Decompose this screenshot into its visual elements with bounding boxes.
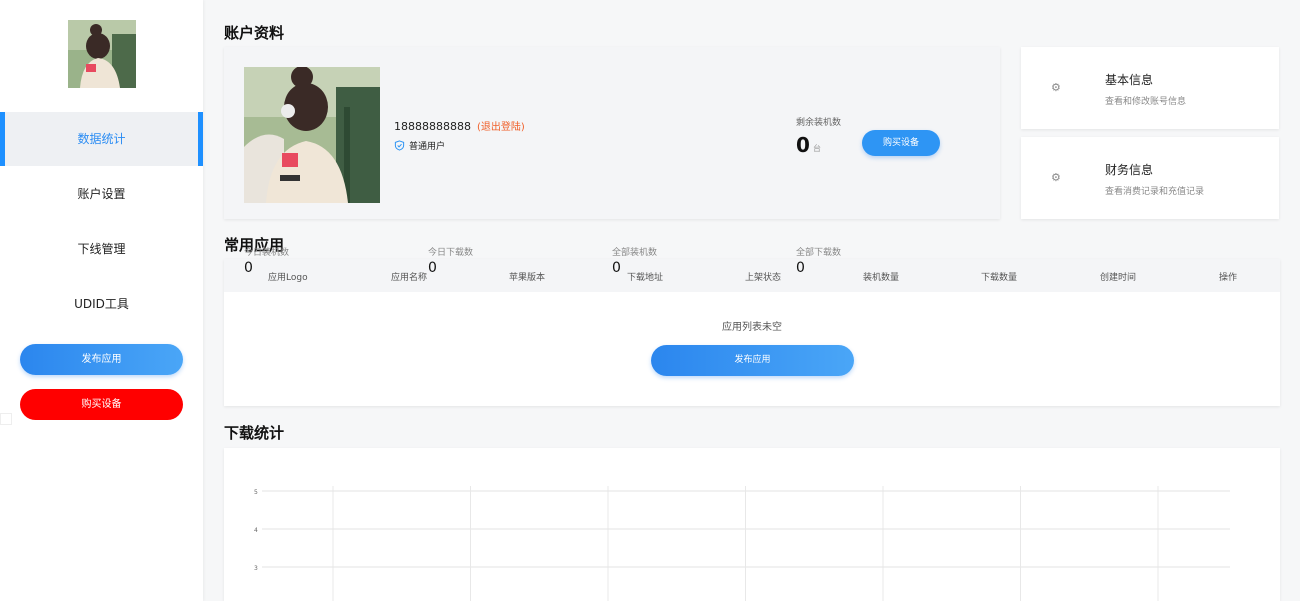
apps-table-card: 应用Logo 应用名称 苹果版本 下载地址 上架状态 装机数量 下载数量 创建时…	[224, 259, 1280, 406]
apps-table-header: 应用Logo 应用名称 苹果版本 下载地址 上架状态 装机数量 下载数量 创建时…	[224, 259, 1280, 292]
total-downloads-label: 全部下载数	[796, 248, 842, 258]
total-downloads-value: 0	[796, 260, 805, 276]
column-header: 创建时间	[1100, 273, 1137, 283]
basic-info-card[interactable]: ⚙ 基本信息 查看和修改账号信息	[1021, 47, 1279, 129]
download-chart-card: 5 4 3	[224, 448, 1280, 601]
today-installs-value: 0	[244, 260, 253, 276]
sidebar: 数据统计 账户设置 下线管理 UDID工具 发布应用 购买设备	[0, 0, 203, 601]
sidebar-buy-device-button[interactable]: 购买设备	[20, 389, 183, 420]
menu-item-label: 数据统计	[77, 132, 126, 146]
logout-link[interactable]: (退出登陆)	[477, 122, 525, 133]
column-header: 装机数量	[863, 273, 900, 283]
collapse-handle[interactable]	[0, 413, 12, 425]
basic-info-title: 基本信息	[1105, 73, 1154, 87]
account-section-title: 账户资料	[224, 24, 285, 42]
download-chart: 5 4 3	[254, 486, 1230, 601]
today-downloads-value: 0	[428, 260, 437, 276]
empty-app-list-text: 应用列表未空	[722, 322, 782, 333]
sidebar-avatar[interactable]	[68, 20, 136, 88]
remaining-installs-label: 剩余装机数	[796, 118, 842, 128]
user-role: 普通用户	[394, 139, 445, 152]
finance-info-title: 财务信息	[1105, 163, 1154, 177]
menu-item-offline-management[interactable]: 下线管理	[0, 222, 203, 276]
downloads-section-title: 下载统计	[224, 424, 285, 442]
y-tick-label: 5	[254, 489, 258, 496]
gear-icon: ⚙	[1051, 81, 1061, 94]
remaining-installs-value: 0	[796, 133, 810, 157]
gear-icon: ⚙	[1051, 171, 1061, 184]
shield-icon	[394, 140, 405, 151]
user-role-label: 普通用户	[409, 142, 446, 152]
avatar-image	[68, 20, 136, 88]
menu-item-label: 下线管理	[77, 242, 126, 256]
y-tick-label: 3	[254, 565, 258, 572]
menu-item-data-stats[interactable]: 数据统计	[0, 112, 203, 166]
sidebar-publish-app-button[interactable]: 发布应用	[20, 344, 183, 375]
column-header: 上架状态	[745, 273, 782, 283]
menu-item-label: UDID工具	[74, 297, 129, 311]
menu-item-udid-tool[interactable]: UDID工具	[0, 277, 203, 331]
buy-device-button[interactable]: 购买设备	[862, 130, 940, 156]
finance-info-subtitle: 查看消费记录和充值记录	[1105, 187, 1205, 197]
profile-card: 18888888888 (退出登陆) 普通用户 剩余装机数 0 台 购买设备	[224, 47, 1000, 219]
finance-info-card[interactable]: ⚙ 财务信息 查看消费记录和充值记录	[1021, 137, 1279, 219]
profile-image	[244, 67, 380, 203]
y-tick-label: 4	[254, 527, 258, 534]
profile-photo	[244, 67, 380, 203]
column-header: 下载数量	[981, 273, 1018, 283]
basic-info-subtitle: 查看和修改账号信息	[1105, 97, 1187, 107]
today-installs-label: 今日装机数	[244, 248, 290, 258]
phone-number: 18888888888	[394, 120, 471, 133]
column-header: 应用Logo	[268, 273, 308, 283]
column-header: 操作	[1219, 273, 1238, 283]
menu-item-label: 账户设置	[77, 187, 126, 201]
remaining-installs-unit: 台	[813, 144, 821, 153]
column-header: 应用名称	[391, 273, 428, 283]
total-installs-label: 全部装机数	[612, 248, 658, 258]
today-downloads-label: 今日下载数	[428, 248, 474, 258]
user-phone: 18888888888 (退出登陆)	[394, 118, 525, 133]
column-header: 下载地址	[627, 273, 664, 283]
menu-item-account-settings[interactable]: 账户设置	[0, 167, 203, 221]
publish-app-button[interactable]: 发布应用	[651, 345, 854, 376]
column-header: 苹果版本	[509, 273, 546, 283]
total-installs-value: 0	[612, 260, 621, 276]
